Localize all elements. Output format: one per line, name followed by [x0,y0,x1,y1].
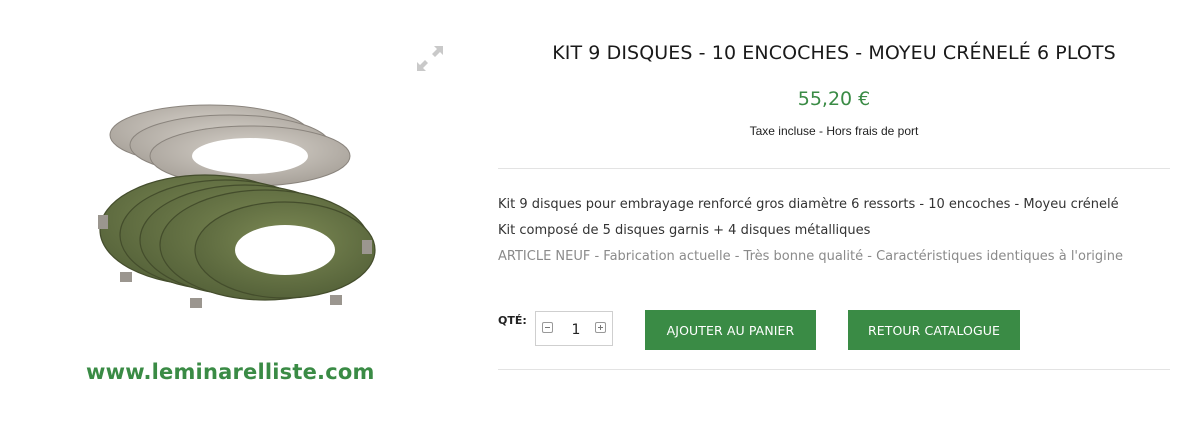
tax-note: Taxe incluse - Hors frais de port [749,124,919,138]
quantity-label: QTÉ: [498,314,527,327]
product-image[interactable] [90,90,380,320]
quantity-stepper [535,311,613,346]
friction-discs [98,174,376,308]
divider-top [498,168,1170,169]
expand-arrows-icon[interactable] [414,42,446,74]
description-line-1: Kit 9 disques pour embrayage renforcé gr… [498,197,1119,212]
product-title: KIT 9 DISQUES - 10 ENCOCHES - MOYEU CRÉN… [552,42,1116,64]
description-line-2: Kit composé de 5 disques garnis + 4 disq… [498,223,871,238]
back-to-catalog-button[interactable]: RETOUR CATALOGUE [848,310,1020,350]
divider-bottom [498,369,1170,370]
condition-note: ARTICLE NEUF - Fabrication actuelle - Tr… [498,249,1124,264]
website-watermark: www.leminarelliste.com [86,360,375,384]
metal-discs [109,104,351,187]
minus-square-icon[interactable] [542,322,553,333]
product-image-column: www.leminarelliste.com [0,0,470,441]
product-price: 55,20 € [797,88,871,110]
plus-square-icon[interactable] [595,322,606,333]
add-to-cart-button[interactable]: AJOUTER AU PANIER [645,310,816,350]
quantity-input[interactable] [558,319,594,341]
